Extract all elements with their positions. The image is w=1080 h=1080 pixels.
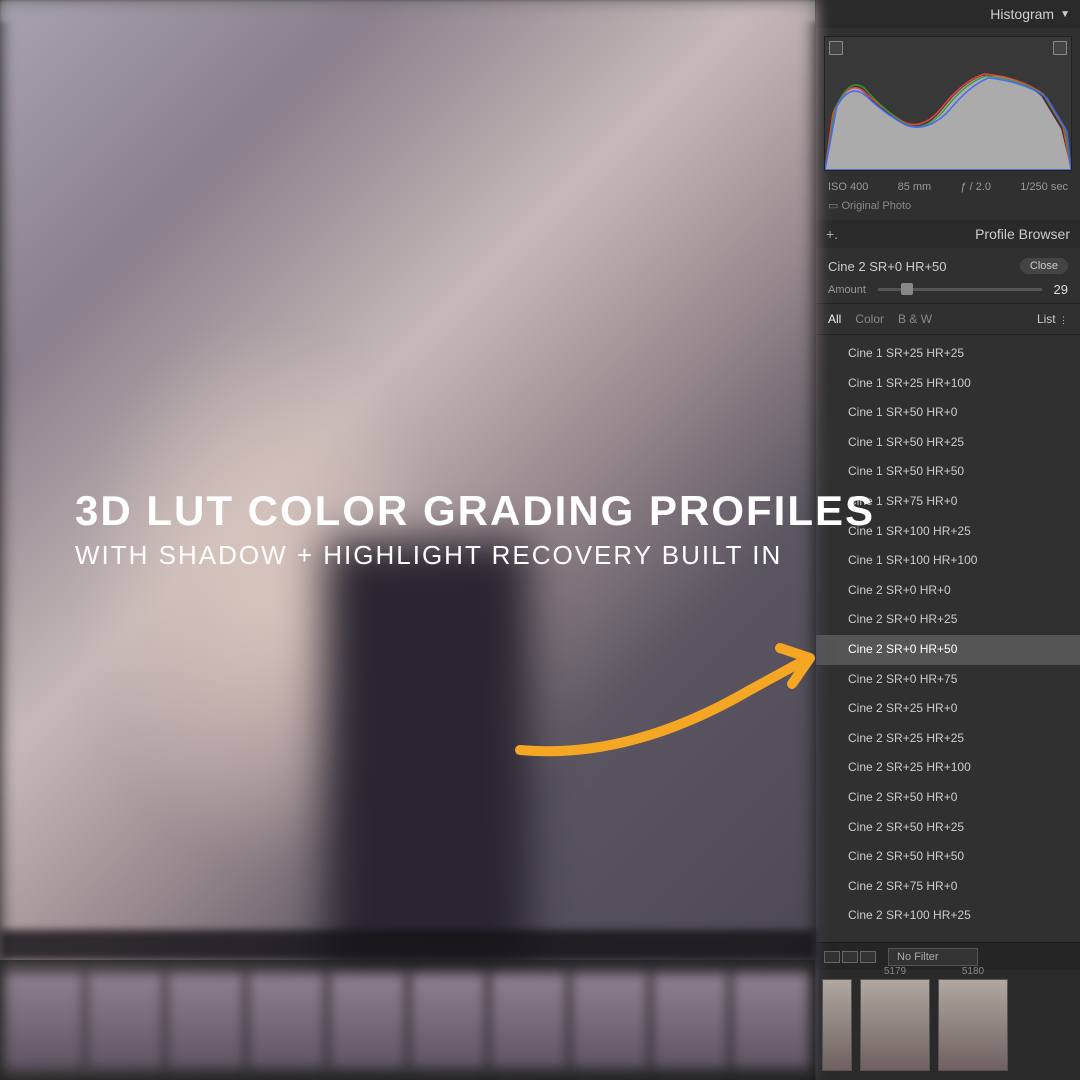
profile-item[interactable]: Cine 1 SR+50 HR+50	[816, 457, 1080, 487]
profile-browser-header: +. Profile Browser	[816, 220, 1080, 248]
image-preview[interactable]	[0, 0, 815, 1080]
original-photo-toggle[interactable]: Original Photo	[816, 197, 1080, 220]
profile-item[interactable]: Cine 2 SR+0 HR+25	[816, 605, 1080, 635]
thumbnail[interactable]	[167, 973, 244, 1068]
thumbnail[interactable]	[822, 979, 852, 1071]
close-button[interactable]: Close	[1020, 258, 1068, 274]
thumb-number: 5180	[962, 966, 984, 977]
profile-list[interactable]: Cine 1 SR+25 HR+25Cine 1 SR+25 HR+100Cin…	[816, 335, 1080, 942]
profile-item[interactable]: Cine 2 SR+50 HR+50	[816, 842, 1080, 872]
profile-info: Cine 2 SR+0 HR+50 Close Amount 29	[816, 248, 1080, 304]
filmstrip-left[interactable]	[0, 960, 815, 1080]
filter-all[interactable]: All	[828, 312, 841, 326]
view-icon-1[interactable]	[824, 951, 840, 963]
profile-item[interactable]: Cine 1 SR+100 HR+25	[816, 517, 1080, 547]
profile-item[interactable]: Cine 2 SR+100 HR+25	[816, 901, 1080, 931]
exif-aperture: ƒ / 2.0	[960, 181, 991, 193]
thumbnail[interactable]: 5180	[938, 979, 1008, 1071]
profile-item[interactable]: Cine 2 SR+50 HR+25	[816, 813, 1080, 843]
view-mode-dropdown[interactable]: List ⋮	[1037, 312, 1068, 326]
profile-item[interactable]: Cine 1 SR+50 HR+25	[816, 428, 1080, 458]
preview-toolbar	[0, 930, 815, 960]
no-filter-dropdown[interactable]: No Filter	[888, 948, 978, 966]
slider-thumb[interactable]	[901, 283, 913, 295]
filter-color[interactable]: Color	[855, 312, 884, 326]
thumbnail[interactable]	[410, 973, 487, 1068]
current-profile-name: Cine 2 SR+0 HR+50	[828, 259, 947, 274]
amount-value: 29	[1054, 282, 1068, 297]
profile-item[interactable]: Cine 1 SR+25 HR+100	[816, 369, 1080, 399]
filmstrip[interactable]: 5179 5180	[816, 970, 1080, 1080]
amount-label: Amount	[828, 284, 866, 296]
exif-focal: 85 mm	[898, 181, 932, 193]
filter-bw[interactable]: B & W	[898, 312, 932, 326]
exif-shutter: 1/250 sec	[1020, 181, 1068, 193]
profile-filter-row: All Color B & W List ⋮	[816, 304, 1080, 335]
histogram-label: Histogram	[990, 6, 1054, 22]
view-icon-3[interactable]	[860, 951, 876, 963]
profile-item[interactable]: Cine 2 SR+75 HR+0	[816, 872, 1080, 902]
profile-item[interactable]: Cine 1 SR+75 HR+0	[816, 487, 1080, 517]
profile-item[interactable]: Cine 2 SR+0 HR+75	[816, 665, 1080, 695]
thumbnail[interactable]	[652, 973, 729, 1068]
thumbnail[interactable]	[6, 973, 83, 1068]
profile-item[interactable]: Cine 2 SR+50 HR+0	[816, 783, 1080, 813]
profile-item[interactable]: Cine 2 SR+0 HR+50	[816, 635, 1080, 665]
profile-browser-label: Profile Browser	[975, 226, 1070, 242]
exif-data: ISO 400 85 mm ƒ / 2.0 1/250 sec	[816, 179, 1080, 197]
thumbnail[interactable]	[87, 973, 164, 1068]
histogram-chart[interactable]	[824, 36, 1072, 171]
thumbnail[interactable]	[732, 973, 809, 1068]
develop-panel: Histogram ▼ ISO 400 85 mm ƒ / 2.0 1/250 …	[815, 0, 1080, 1080]
profile-item[interactable]: Cine 2 SR+0 HR+0	[816, 576, 1080, 606]
chevron-down-icon: ▼	[1060, 9, 1070, 20]
profile-item[interactable]: Cine 1 SR+25 HR+25	[816, 339, 1080, 369]
view-icon-2[interactable]	[842, 951, 858, 963]
thumbnail[interactable]	[329, 973, 406, 1068]
thumbnail[interactable]	[248, 973, 325, 1068]
profile-item[interactable]: Cine 2 SR+25 HR+100	[816, 753, 1080, 783]
profile-item[interactable]: Cine 2 SR+25 HR+0	[816, 694, 1080, 724]
profile-item[interactable]: Cine 1 SR+50 HR+0	[816, 398, 1080, 428]
thumb-number: 5179	[884, 966, 906, 977]
thumbnail[interactable]	[490, 973, 567, 1068]
filter-bar: No Filter	[816, 942, 1080, 970]
exif-iso: ISO 400	[828, 181, 868, 193]
profile-item[interactable]: Cine 2 SR+25 HR+25	[816, 724, 1080, 754]
amount-slider[interactable]	[878, 288, 1042, 291]
add-icon[interactable]: +.	[826, 226, 838, 242]
grid-view-icons[interactable]	[824, 951, 876, 963]
profile-item[interactable]: Cine 1 SR+100 HR+100	[816, 546, 1080, 576]
thumbnail[interactable]	[571, 973, 648, 1068]
histogram-header[interactable]: Histogram ▼	[816, 0, 1080, 28]
thumbnail[interactable]: 5179	[860, 979, 930, 1071]
app-container: Histogram ▼ ISO 400 85 mm ƒ / 2.0 1/250 …	[0, 0, 1080, 1080]
